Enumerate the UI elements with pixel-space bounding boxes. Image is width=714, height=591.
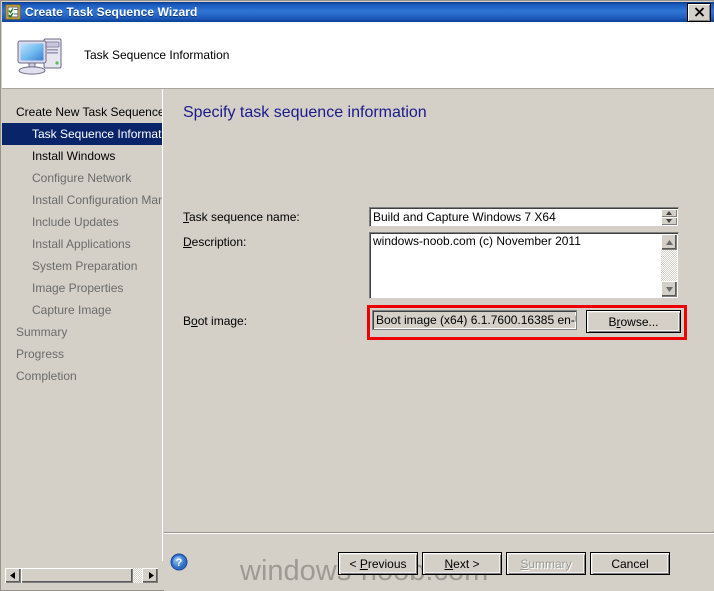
scroll-down-button[interactable] (661, 281, 677, 297)
previous-button[interactable]: < Previous (338, 552, 418, 575)
sidebar-item-capture-image[interactable]: Capture Image (2, 299, 162, 321)
boot-image-value[interactable]: Boot image (x64) 6.1.7600.16385 en-US (372, 310, 577, 330)
next-button[interactable]: Next > (422, 552, 502, 575)
computer-icon (14, 31, 68, 79)
description-input[interactable] (370, 233, 661, 298)
wizard-content: Specify task sequence information Task s… (164, 89, 714, 531)
task-sequence-name-spinner[interactable] (661, 209, 677, 225)
description-label: Description: (183, 235, 247, 249)
description-vertical-scrollbar[interactable] (661, 234, 677, 297)
sidebar-item-install-windows[interactable]: Install Windows (2, 145, 162, 167)
sidebar-item-configure-network[interactable]: Configure Network (2, 167, 162, 189)
svg-text:?: ? (176, 557, 183, 569)
sidebar-item-install-applications[interactable]: Install Applications (2, 233, 162, 255)
scroll-left-button[interactable] (5, 568, 21, 583)
cancel-button[interactable]: Cancel (590, 552, 670, 575)
sidebar-horizontal-scrollbar[interactable] (4, 567, 159, 584)
scroll-up-button[interactable] (661, 234, 677, 250)
checklist-icon (5, 4, 21, 20)
triangle-left-icon (9, 572, 15, 579)
help-question-icon[interactable]: ? (170, 553, 188, 571)
sidebar-item-include-updates[interactable]: Include Updates (2, 211, 162, 233)
sidebar-item-install-configuration-manag[interactable]: Install Configuration Manag (2, 189, 162, 211)
wizard-window: Create Task Sequence Wizard Task Sequenc… (0, 0, 714, 591)
sidebar-item-progress[interactable]: Progress (2, 343, 162, 365)
task-sequence-name-input[interactable] (370, 208, 661, 226)
spinner-down-button[interactable] (661, 217, 677, 225)
triangle-up-icon (665, 239, 673, 245)
triangle-right-icon (148, 572, 154, 579)
triangle-down-icon (666, 219, 672, 223)
header-title: Task Sequence Information (84, 48, 230, 62)
sidebar-item-summary[interactable]: Summary (2, 321, 162, 343)
wizard-steps-sidebar: Create New Task Sequence Task Sequence In… (2, 89, 163, 561)
boot-image-label: Boot image: (183, 314, 248, 328)
scroll-thumb[interactable] (21, 568, 133, 583)
summary-button: Summary (506, 552, 586, 575)
triangle-down-icon (665, 286, 673, 292)
sidebar-item-create-new-task-sequence[interactable]: Create New Task Sequence (2, 101, 162, 123)
close-icon (694, 7, 704, 17)
task-sequence-name-field-wrap[interactable] (369, 207, 679, 227)
sidebar-item-completion[interactable]: Completion (2, 365, 162, 387)
wizard-header: Task Sequence Information (2, 22, 714, 89)
window-title: Create Task Sequence Wizard (25, 5, 198, 19)
sidebar-item-task-sequence-information[interactable]: Task Sequence Information (2, 123, 162, 145)
description-field-wrap[interactable] (369, 232, 679, 299)
page-title: Specify task sequence information (183, 104, 427, 121)
spinner-up-button[interactable] (661, 209, 677, 217)
triangle-up-icon (666, 211, 672, 215)
sidebar-item-system-preparation[interactable]: System Preparation (2, 255, 162, 277)
close-button[interactable] (687, 2, 711, 22)
scroll-track[interactable] (21, 568, 142, 583)
task-sequence-name-label: Task sequence name: (183, 210, 300, 224)
sidebar-item-image-properties[interactable]: Image Properties (2, 277, 162, 299)
wizard-footer: ? < Previous Next > Summary Cancel (164, 534, 714, 591)
scroll-track[interactable] (661, 250, 677, 281)
scroll-right-button[interactable] (142, 568, 158, 583)
browse-button[interactable]: Browse... (586, 310, 681, 333)
title-bar: Create Task Sequence Wizard (2, 2, 714, 22)
